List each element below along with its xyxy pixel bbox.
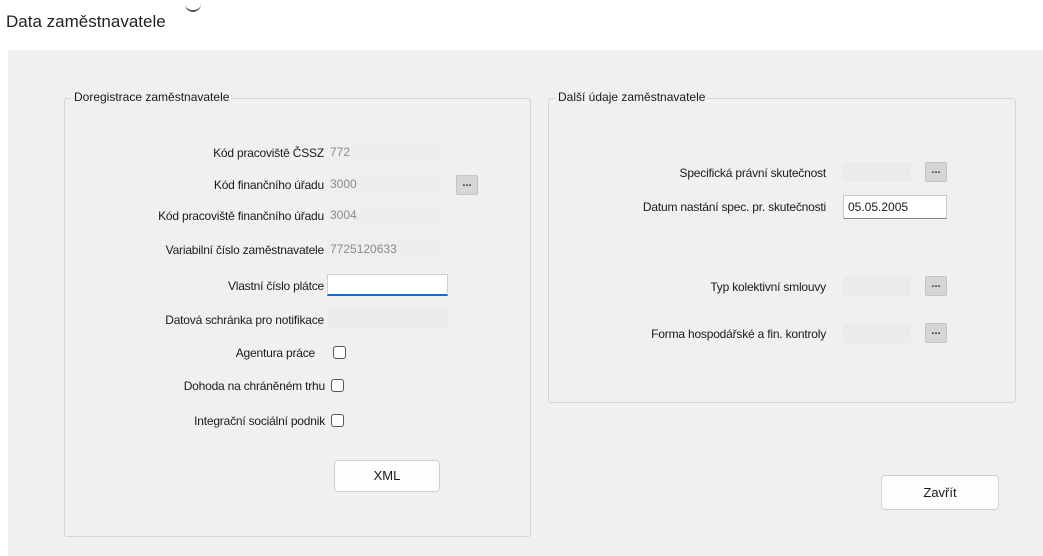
kod-pracoviste-fu-label: Kód pracoviště finančního úřadu [158, 209, 324, 223]
dohoda-chraneny-trh-label: Dohoda na chráněném trhu [183, 379, 326, 393]
xml-button[interactable]: XML [334, 460, 440, 492]
dohoda-chraneny-trh-checkbox[interactable] [331, 379, 344, 392]
dalsi-udaje-group-title: Další údaje zaměstnavatele [555, 90, 709, 104]
window-title: Data zaměstnavatele [6, 12, 166, 31]
title-bar-fragment [185, 2, 201, 12]
kod-cssz-field[interactable]: 772 [328, 142, 442, 162]
forma-kontroly-browse-button[interactable]: ... [925, 323, 947, 343]
forma-kontroly-label: Forma hospodářské a fin. kontroly [651, 327, 826, 341]
kod-cssz-label: Kód pracoviště ČSSZ [213, 146, 324, 160]
dalsi-udaje-groupbox: Další údaje zaměstnavatele [548, 90, 1016, 403]
datova-schranka-label: Datová schránka pro notifikace [165, 313, 324, 327]
datum-nastani-label: Datum nastání spec. pr. skutečnosti [642, 200, 826, 214]
datova-schranka-field[interactable] [328, 309, 448, 329]
variabilni-cislo-label: Variabilní číslo zaměstnavatele [165, 243, 325, 257]
typ-kolektivni-smlouvy-label: Typ kolektivní smlouvy [710, 280, 826, 294]
integracni-podnik-label: Integrační sociální podnik [194, 414, 325, 428]
dialog-client-area: Doregistrace zaměstnavatele Kód pracoviš… [8, 50, 1043, 556]
close-button[interactable]: Zavřít [881, 475, 999, 510]
doregistrace-group-title: Doregistrace zaměstnavatele [71, 90, 233, 104]
variabilni-cislo-field[interactable]: 7725120633 [328, 239, 442, 259]
vlastni-cislo-label: Vlastní číslo plátce [227, 279, 324, 293]
agentura-prace-checkbox[interactable] [333, 346, 346, 359]
datum-nastani-input[interactable]: 05.05.2005 [843, 195, 947, 219]
typ-kolektivni-smlouvy-browse-button[interactable]: ... [925, 276, 947, 296]
kod-fu-browse-button[interactable]: ... [456, 175, 478, 195]
kod-fu-label: Kód finančního úřadu [213, 178, 324, 192]
specificka-skutecnost-label: Specifická právní skutečnost [679, 166, 827, 180]
specificka-skutecnost-field[interactable] [843, 162, 911, 182]
specificka-skutecnost-browse-button[interactable]: ... [925, 162, 947, 182]
agentura-prace-label: Agentura práce [235, 346, 315, 360]
vlastni-cislo-input[interactable] [327, 274, 448, 296]
typ-kolektivni-smlouvy-field[interactable] [843, 276, 911, 296]
kod-pracoviste-fu-field[interactable]: 3004 [328, 205, 442, 225]
kod-fu-field[interactable]: 3000 [328, 174, 442, 194]
forma-kontroly-field[interactable] [843, 323, 911, 343]
integracni-podnik-checkbox[interactable] [331, 414, 344, 427]
